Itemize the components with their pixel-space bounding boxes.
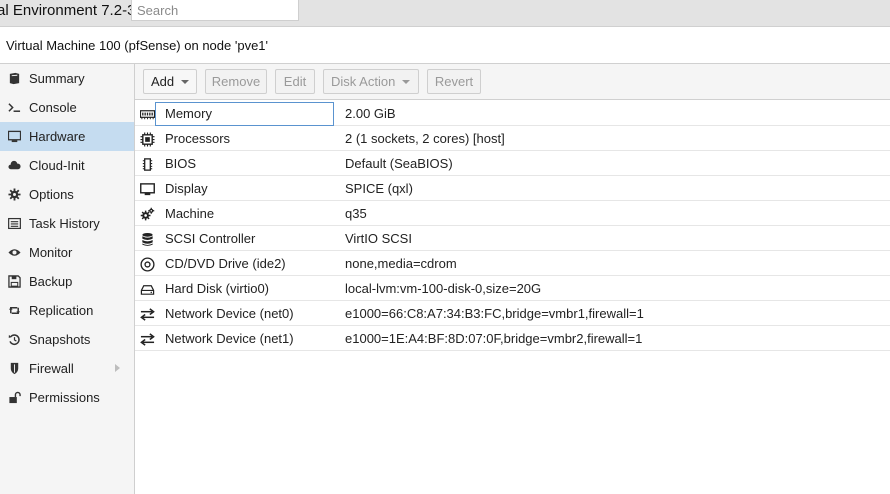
sidebar-item-label: Summary bbox=[29, 71, 85, 86]
revert-button[interactable]: Revert bbox=[427, 69, 481, 94]
row-value: VirtIO SCSI bbox=[345, 231, 412, 246]
eye-icon bbox=[6, 245, 22, 261]
row-name: Network Device (net1) bbox=[165, 331, 294, 346]
row-name: BIOS bbox=[165, 156, 197, 171]
desktop-icon bbox=[139, 181, 155, 197]
sidebar-item-console[interactable]: Console bbox=[0, 93, 134, 122]
book-icon bbox=[6, 71, 22, 87]
sidebar-item-options[interactable]: Options bbox=[0, 180, 134, 209]
row-value: local-lvm:vm-100-disk-0,size=20G bbox=[345, 281, 542, 296]
row-value: 2 (1 sockets, 2 cores) [host] bbox=[345, 131, 505, 146]
row-value: e1000=1E:A4:BF:8D:07:0F,bridge=vmbr2,fir… bbox=[345, 331, 643, 346]
floppy-icon bbox=[6, 274, 22, 290]
terminal-icon bbox=[6, 100, 22, 116]
sidebar-item-monitor[interactable]: Monitor bbox=[0, 238, 134, 267]
cloud-icon bbox=[6, 158, 22, 174]
submenu-arrow-icon[interactable] bbox=[115, 364, 120, 372]
table-row[interactable]: SCSI Controller VirtIO SCSI bbox=[135, 226, 890, 251]
memory-icon bbox=[139, 106, 155, 122]
database-icon bbox=[139, 231, 155, 247]
hdd-icon bbox=[139, 281, 155, 297]
list-icon bbox=[6, 216, 22, 232]
sidebar-item-label: Cloud-Init bbox=[29, 158, 85, 173]
table-row[interactable]: Machine q35 bbox=[135, 201, 890, 226]
sidebar-item-label: Snapshots bbox=[29, 332, 91, 347]
unlock-icon bbox=[6, 390, 22, 406]
shield-icon bbox=[6, 361, 22, 377]
sidebar-item-label: Firewall bbox=[29, 361, 74, 376]
table-row[interactable]: Memory 2.00 GiB bbox=[135, 101, 890, 126]
row-name: SCSI Controller bbox=[165, 231, 256, 246]
sidebar: Summary Console Hardware Cloud-Init Opti… bbox=[0, 64, 135, 494]
sidebar-item-permissions[interactable]: Permissions bbox=[0, 383, 134, 412]
cogs-icon bbox=[139, 206, 155, 222]
sidebar-item-hardware[interactable]: Hardware bbox=[0, 122, 134, 151]
row-name: Processors bbox=[165, 131, 231, 146]
table-row[interactable]: CD/DVD Drive (ide2) none,media=cdrom bbox=[135, 251, 890, 276]
exchange-icon bbox=[139, 331, 155, 347]
chevron-down-icon bbox=[181, 79, 190, 84]
sidebar-item-firewall[interactable]: Firewall bbox=[0, 354, 134, 383]
sidebar-item-snapshots[interactable]: Snapshots bbox=[0, 325, 134, 354]
sidebar-item-label: Console bbox=[29, 100, 77, 115]
row-name: Hard Disk (virtio0) bbox=[165, 281, 270, 296]
table-row[interactable]: BIOS Default (SeaBIOS) bbox=[135, 151, 890, 176]
edit-button[interactable]: Edit bbox=[275, 69, 315, 94]
row-value: SPICE (qxl) bbox=[345, 181, 413, 196]
sidebar-item-label: Monitor bbox=[29, 245, 73, 260]
search-input[interactable] bbox=[131, 0, 299, 21]
gear-icon bbox=[6, 187, 22, 203]
row-name: CD/DVD Drive (ide2) bbox=[165, 256, 286, 271]
hardware-grid: Memory 2.00 GiB Processors 2 (1 sockets,… bbox=[135, 101, 890, 351]
add-button[interactable]: Add bbox=[143, 69, 197, 94]
sidebar-item-cloud-init[interactable]: Cloud-Init bbox=[0, 151, 134, 180]
history-icon bbox=[6, 332, 22, 348]
sidebar-item-backup[interactable]: Backup bbox=[0, 267, 134, 296]
sidebar-item-label: Permissions bbox=[29, 390, 100, 405]
table-row[interactable]: Display SPICE (qxl) bbox=[135, 176, 890, 201]
sidebar-item-replication[interactable]: Replication bbox=[0, 296, 134, 325]
row-name: Memory bbox=[155, 102, 334, 126]
row-name: Network Device (net0) bbox=[165, 306, 294, 321]
row-value: q35 bbox=[345, 206, 367, 221]
row-value: e1000=66:C8:A7:34:B3:FC,bridge=vmbr1,fir… bbox=[345, 306, 644, 321]
app-title: al Environment 7.2-3 bbox=[0, 2, 136, 19]
row-value: Default (SeaBIOS) bbox=[345, 156, 453, 171]
sidebar-item-label: Replication bbox=[29, 303, 94, 318]
row-name: Machine bbox=[165, 206, 215, 221]
table-row[interactable]: Processors 2 (1 sockets, 2 cores) [host] bbox=[135, 126, 890, 151]
sidebar-item-label: Options bbox=[29, 187, 74, 202]
table-row[interactable]: Network Device (net1) e1000=1E:A4:BF:8D:… bbox=[135, 326, 890, 351]
page-title: Virtual Machine 100 (pfSense) on node 'p… bbox=[6, 38, 269, 53]
cpu-icon bbox=[139, 131, 155, 147]
row-value: 2.00 GiB bbox=[345, 106, 396, 121]
chevron-down-icon bbox=[402, 79, 411, 84]
sidebar-item-summary[interactable]: Summary bbox=[0, 64, 134, 93]
toolbar: Add Remove Edit Disk Action Revert bbox=[135, 64, 890, 100]
exchange-icon bbox=[139, 306, 155, 322]
top-bar: al Environment 7.2-3 bbox=[0, 0, 890, 27]
cdrom-icon bbox=[139, 256, 155, 272]
sidebar-item-task-history[interactable]: Task History bbox=[0, 209, 134, 238]
retweet-icon bbox=[6, 303, 22, 319]
remove-button[interactable]: Remove bbox=[205, 69, 267, 94]
desktop-icon bbox=[6, 129, 22, 145]
sidebar-item-label: Backup bbox=[29, 274, 73, 289]
disk-action-button[interactable]: Disk Action bbox=[323, 69, 419, 94]
table-row[interactable]: Hard Disk (virtio0) local-lvm:vm-100-dis… bbox=[135, 276, 890, 301]
chip-icon bbox=[139, 156, 155, 172]
row-value: none,media=cdrom bbox=[345, 256, 457, 271]
row-name: Display bbox=[165, 181, 208, 196]
table-row[interactable]: Network Device (net0) e1000=66:C8:A7:34:… bbox=[135, 301, 890, 326]
sidebar-item-label: Task History bbox=[29, 216, 100, 231]
vm-header: Virtual Machine 100 (pfSense) on node 'p… bbox=[0, 27, 890, 64]
sidebar-item-label: Hardware bbox=[29, 129, 86, 144]
